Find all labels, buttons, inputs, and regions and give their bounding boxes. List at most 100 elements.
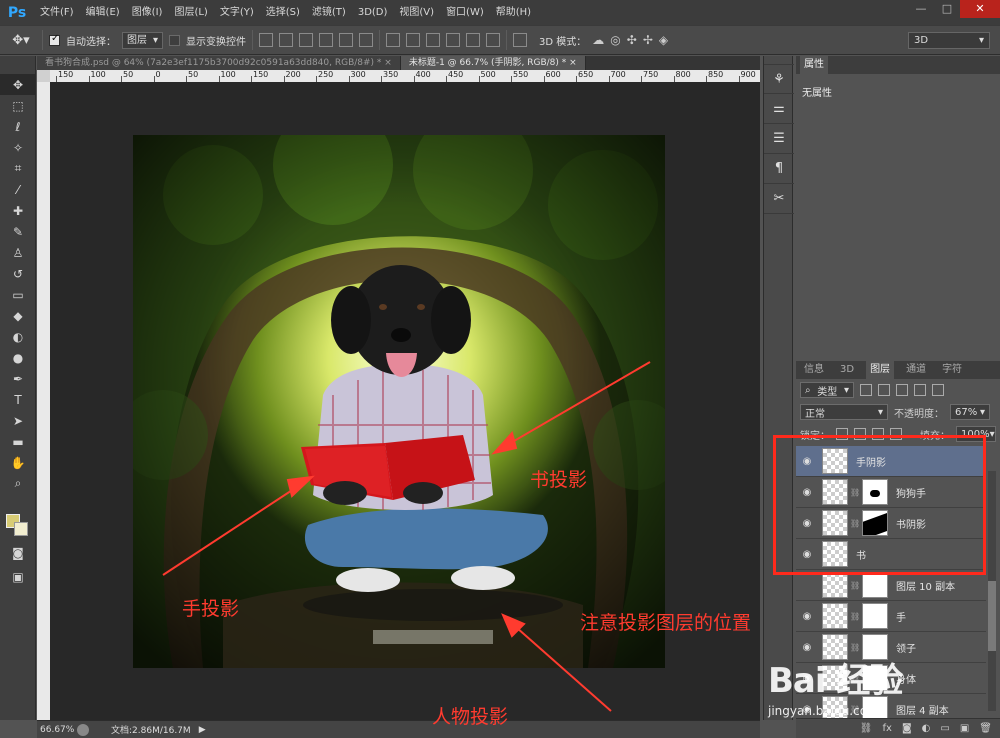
magic-wand-tool-icon[interactable]: ✧ — [0, 137, 36, 158]
layers-scrollbar[interactable] — [988, 471, 996, 711]
lasso-tool-icon[interactable]: ℓ — [0, 116, 36, 137]
menu-item[interactable]: 帮助(H) — [490, 0, 537, 25]
blur-tool-icon[interactable]: ◐ — [0, 326, 36, 347]
close-icon[interactable]: × — [569, 58, 577, 68]
add-mask-icon[interactable]: ◙ — [902, 723, 912, 734]
tab-document-1[interactable]: 看书狗合成.psd @ 64% (7a2e3ef1175b3700d92c059… — [37, 56, 401, 70]
scrollbar-thumb[interactable] — [988, 581, 996, 651]
filter-smart-icon[interactable] — [932, 384, 944, 396]
slide-3d-icon[interactable]: ✢ — [643, 33, 653, 47]
dodge-tool-icon[interactable]: ● — [0, 347, 36, 368]
move-tool-preset[interactable]: ✥▾ — [6, 30, 36, 50]
layer-comps-panel-icon[interactable]: ☰ — [764, 124, 794, 154]
clone-stamp-tool-icon[interactable]: ♙ — [0, 242, 36, 263]
menu-item[interactable]: 窗口(W) — [440, 0, 490, 25]
mask-link-icon[interactable]: ⛓ — [850, 612, 860, 621]
adjustment-layer-icon[interactable]: ◐ — [922, 723, 931, 734]
marquee-tool-icon[interactable]: ⬚ — [0, 95, 36, 116]
history-panel-icon[interactable]: ⚘ — [764, 64, 794, 94]
menu-item[interactable]: 文字(Y) — [214, 0, 260, 25]
align-right-icon[interactable] — [359, 33, 374, 47]
menu-item[interactable]: 视图(V) — [393, 0, 440, 25]
tab-3d[interactable]: 3D — [836, 361, 858, 379]
orbit-3d-icon[interactable]: ☁ — [592, 33, 604, 47]
screen-mode-icon[interactable]: ▣ — [0, 566, 36, 587]
align-left-icon[interactable] — [319, 33, 334, 47]
menu-item[interactable]: 图层(L) — [168, 0, 213, 25]
horizontal-ruler[interactable]: 150 100 50 0 50 100 150 200 250 300 350 400 450 500 55… — [50, 70, 760, 82]
new-group-icon[interactable]: ▭ — [940, 723, 949, 734]
filter-adjust-icon[interactable] — [878, 384, 890, 396]
roll-3d-icon[interactable]: ◎ — [610, 33, 620, 47]
align-hcenter-icon[interactable] — [339, 33, 354, 47]
move-tool-icon[interactable]: ✥ — [0, 74, 36, 95]
distribute-top-icon[interactable] — [386, 33, 401, 47]
status-menu-arrow-icon[interactable]: ▶ — [199, 725, 206, 735]
link-layers-icon[interactable]: ⛓ — [860, 723, 873, 734]
quick-mask-icon[interactable]: ◙ — [0, 542, 36, 563]
background-color-swatch[interactable] — [14, 522, 28, 536]
distribute-vcenter-icon[interactable] — [406, 33, 421, 47]
tab-document-2[interactable]: 未标题-1 @ 66.7% (手阴影, RGB/8) * × — [400, 56, 586, 70]
pen-tool-icon[interactable]: ✒ — [0, 368, 36, 389]
eye-icon[interactable]: ◉ — [796, 611, 818, 622]
align-vcenter-icon[interactable] — [279, 33, 294, 47]
zoom-level[interactable]: 66.67% — [37, 725, 77, 735]
rectangle-tool-icon[interactable]: ▬ — [0, 431, 36, 452]
paragraph-panel-icon[interactable]: ¶ — [764, 154, 794, 184]
crop-tool-icon[interactable]: ⌗ — [0, 158, 36, 179]
type-tool-icon[interactable]: T — [0, 389, 36, 410]
eraser-tool-icon[interactable]: ▭ — [0, 284, 36, 305]
distribute-hcenter-icon[interactable] — [466, 33, 481, 47]
auto-select-target[interactable]: 图层 ▾ — [122, 31, 164, 49]
filter-shape-icon[interactable] — [914, 384, 926, 396]
layer-style-icon[interactable]: fx — [883, 723, 892, 734]
tab-info[interactable]: 信息 — [800, 361, 828, 379]
menu-item[interactable]: 编辑(E) — [80, 0, 126, 25]
hand-tool-icon[interactable]: ✋ — [0, 452, 36, 473]
new-layer-icon[interactable]: ▣ — [960, 723, 969, 734]
show-transform-checkbox[interactable] — [169, 34, 181, 46]
filter-type-icon[interactable] — [896, 384, 908, 396]
layer-mask-thumbnail[interactable] — [862, 572, 888, 598]
delete-layer-icon[interactable]: 🗑 — [979, 723, 992, 734]
tab-layers[interactable]: 图层 — [866, 361, 895, 379]
mask-link-icon[interactable]: ⛓ — [850, 643, 860, 652]
restore-button[interactable]: □ — [934, 0, 960, 18]
layer-filter-select[interactable]: ⌕ 类型 ▾ — [800, 382, 854, 398]
eyedropper-tool-icon[interactable]: ⁄ — [0, 179, 36, 200]
menu-item[interactable]: 3D(D) — [352, 0, 394, 25]
menu-item[interactable]: 选择(S) — [260, 0, 306, 25]
workspace-select[interactable]: 3D ▾ — [908, 32, 990, 49]
drag-3d-icon[interactable]: ✣ — [627, 33, 637, 47]
close-button[interactable]: ✕ — [960, 0, 1000, 18]
scale-3d-icon[interactable]: ◈ — [659, 33, 668, 47]
eye-icon[interactable]: ◉ — [796, 642, 818, 653]
auto-select-checkbox[interactable] — [49, 33, 60, 46]
brush-tool-icon[interactable]: ✎ — [0, 221, 36, 242]
menu-item[interactable]: 图像(I) — [126, 0, 169, 25]
layer-mask-thumbnail[interactable] — [862, 603, 888, 629]
adjustments-panel-icon[interactable]: ⚌ — [764, 94, 794, 124]
vertical-ruler[interactable] — [37, 82, 50, 720]
close-icon[interactable]: × — [384, 58, 392, 68]
distribute-bottom-icon[interactable] — [426, 33, 441, 47]
auto-align-icon[interactable] — [513, 33, 528, 47]
distribute-left-icon[interactable] — [446, 33, 461, 47]
tab-properties[interactable]: 属性 — [800, 56, 828, 74]
zoom-tool-icon[interactable]: ⌕ — [0, 473, 36, 494]
tools-preset-panel-icon[interactable]: ✂ — [764, 184, 794, 214]
distribute-right-icon[interactable] — [486, 33, 501, 47]
paint-bucket-tool-icon[interactable]: ◆ — [0, 305, 36, 326]
minimize-button[interactable]: — — [908, 0, 934, 18]
ruler-origin[interactable] — [37, 70, 50, 82]
menu-item[interactable]: 文件(F) — [34, 0, 80, 25]
menu-item[interactable]: 滤镜(T) — [306, 0, 352, 25]
opacity-input[interactable]: 67% ▾ — [950, 404, 990, 420]
tab-character[interactable]: 字符 — [938, 361, 966, 379]
status-info-icon[interactable] — [77, 723, 89, 736]
align-top-icon[interactable] — [259, 33, 274, 47]
align-bottom-icon[interactable] — [299, 33, 314, 47]
mask-link-icon[interactable]: ⛓ — [850, 581, 860, 590]
document-canvas[interactable] — [133, 135, 665, 668]
